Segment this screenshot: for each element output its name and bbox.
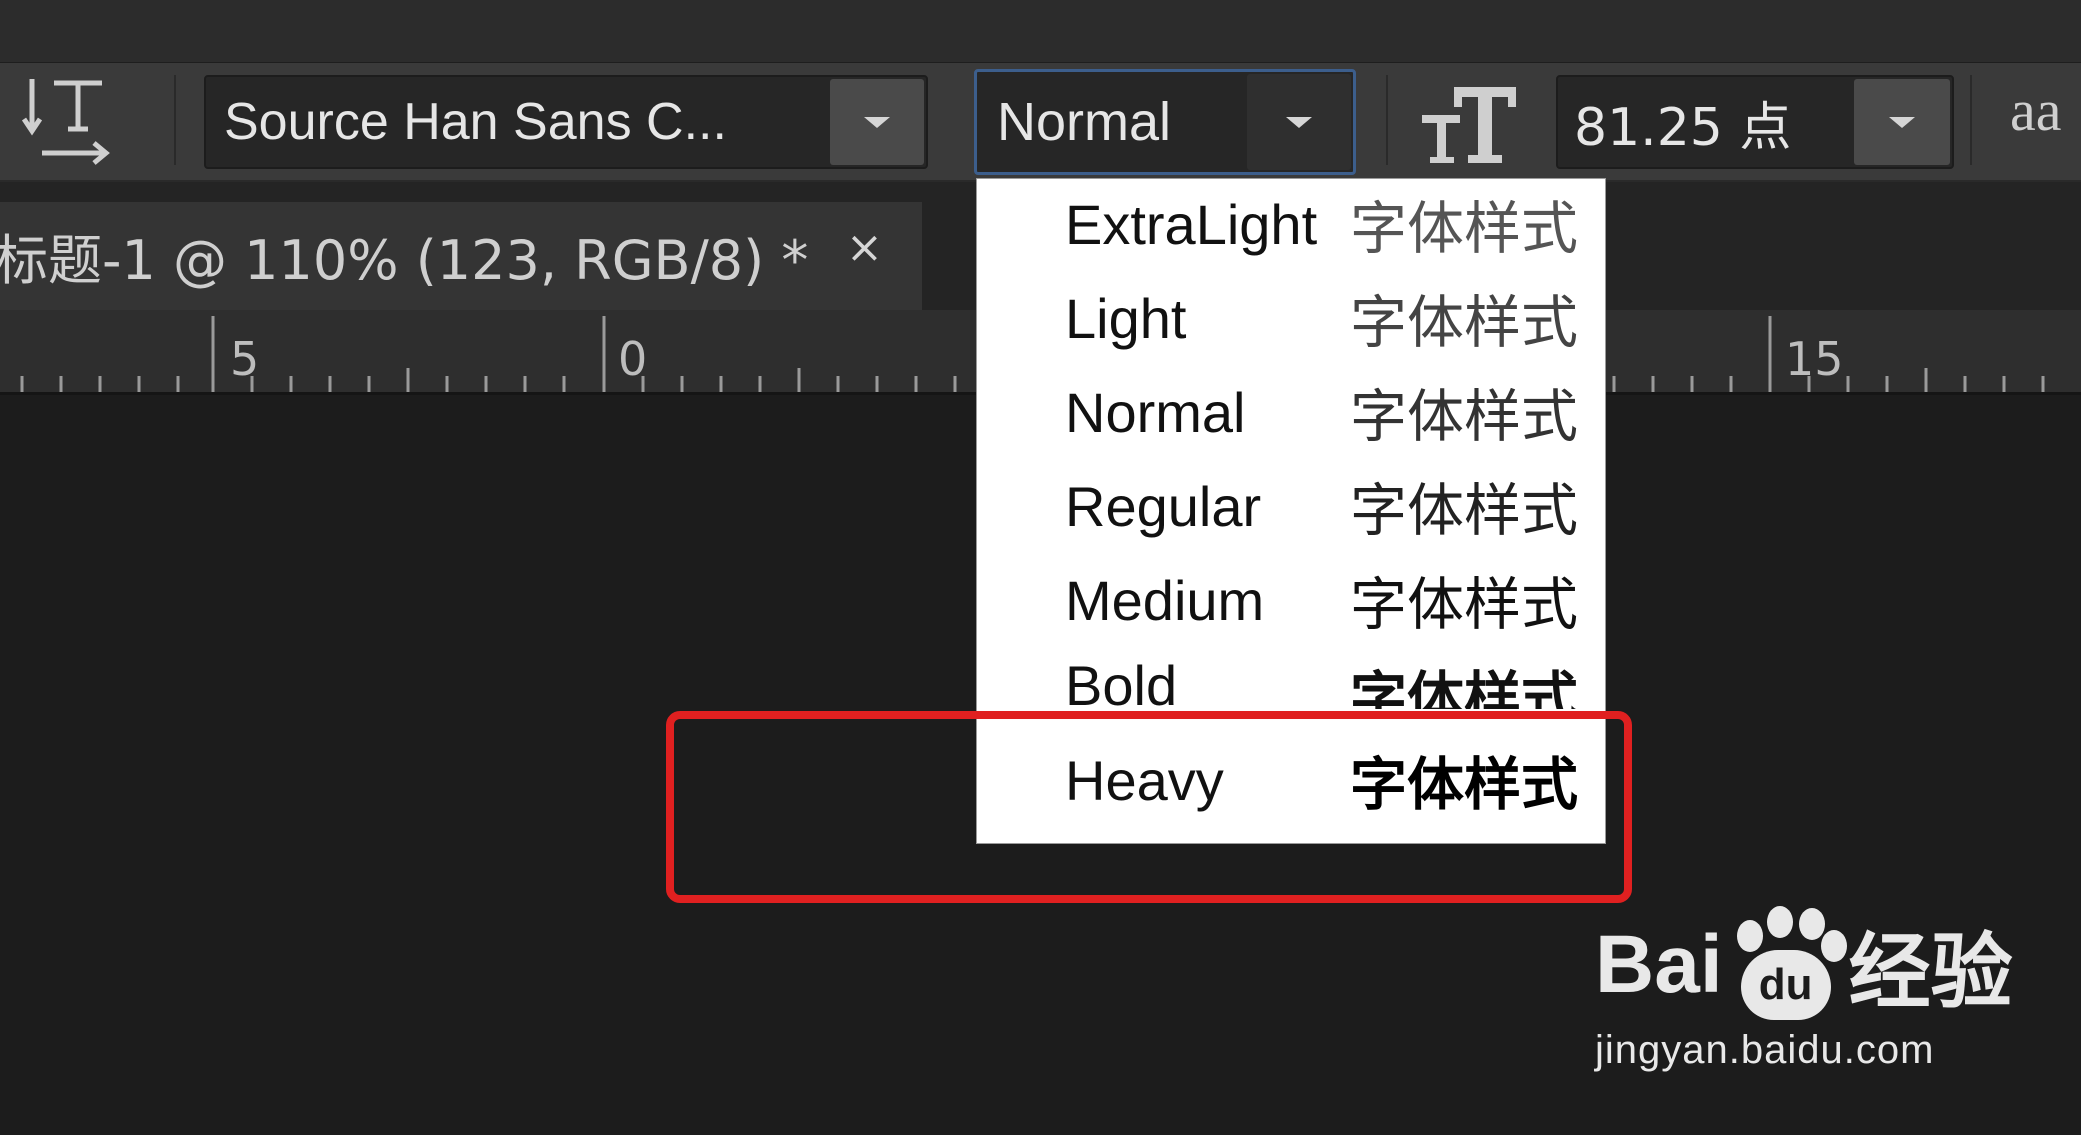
baidu-watermark: Bai du 经验 jingyan.baidu.com xyxy=(1595,905,2013,1073)
logo-text-left: Bai xyxy=(1595,918,1723,1010)
font-size-icon xyxy=(1420,81,1520,167)
ruler-label: 0 xyxy=(618,332,648,386)
option-sample: 字体样式 xyxy=(1350,196,1578,262)
option-sample: 字体样式 xyxy=(1350,384,1578,450)
option-label: Light xyxy=(1065,286,1187,350)
font-style-field[interactable]: Normal xyxy=(974,69,1356,175)
font-family-value: Source Han Sans C... xyxy=(224,93,727,151)
anti-alias-icon-text: aa xyxy=(2010,78,2062,143)
baidu-logo: Bai du 经验 xyxy=(1595,905,2013,1024)
option-label: Medium xyxy=(1065,568,1265,632)
options-separator xyxy=(1386,75,1388,165)
font-size-field[interactable]: 81.25 点 xyxy=(1556,75,1954,169)
font-style-option-bold[interactable]: Bold 字体样式 xyxy=(1065,649,1595,709)
option-sample: 字体样式 xyxy=(1350,666,1578,709)
font-style-option-normal[interactable]: Normal 字体样式 xyxy=(1065,367,1595,457)
highlight-annotation-box xyxy=(666,711,1632,903)
option-label: Regular xyxy=(1065,474,1262,538)
chevron-down-icon xyxy=(1286,116,1312,128)
font-size-dropdown-button[interactable] xyxy=(1854,79,1950,165)
chevron-down-icon xyxy=(1889,116,1915,128)
option-label: Bold xyxy=(1065,654,1178,709)
chevron-down-icon xyxy=(864,116,890,128)
document-tab-title: 标题-1 @ 110% (123, RGB/8) * xyxy=(0,229,809,292)
close-icon[interactable]: × xyxy=(846,222,883,273)
logo-text-right: 经验 xyxy=(1848,925,2013,1020)
font-style-value: Normal xyxy=(997,92,1172,152)
options-bar: Source Han Sans C... Normal 81.25 点 aa xyxy=(0,63,2081,182)
font-size-value: 81.25 点 xyxy=(1574,97,1792,158)
font-style-dropdown-button[interactable] xyxy=(1247,74,1351,170)
option-label: ExtraLight xyxy=(1065,192,1318,256)
font-style-option-regular[interactable]: Regular 字体样式 xyxy=(1065,461,1595,551)
toggle-text-orientation-icon[interactable] xyxy=(21,73,114,169)
option-label: Normal xyxy=(1065,380,1246,444)
options-separator xyxy=(1970,75,1972,165)
ruler-label: 5 xyxy=(230,332,260,386)
font-style-option-medium[interactable]: Medium 字体样式 xyxy=(1065,555,1595,645)
font-family-field[interactable]: Source Han Sans C... xyxy=(204,75,928,169)
font-style-option-extralight[interactable]: ExtraLight 字体样式 xyxy=(1065,179,1595,269)
option-sample: 字体样式 xyxy=(1350,290,1578,356)
photoshop-window: Source Han Sans C... Normal 81.25 点 aa 标… xyxy=(0,0,2081,1135)
anti-alias-icon[interactable]: aa xyxy=(2010,77,2081,157)
font-style-option-light[interactable]: Light 字体样式 xyxy=(1065,273,1595,363)
paw-icon: du xyxy=(1727,905,1847,1024)
font-family-dropdown-button[interactable] xyxy=(830,79,924,165)
options-separator xyxy=(174,75,176,165)
option-sample: 字体样式 xyxy=(1350,478,1578,544)
ruler-label: 15 xyxy=(1785,332,1844,386)
menu-strip xyxy=(0,0,2081,63)
paw-pad-text: du xyxy=(1740,949,1831,1020)
watermark-url: jingyan.baidu.com xyxy=(1595,1028,1935,1072)
document-tab[interactable]: 标题-1 @ 110% (123, RGB/8) * × xyxy=(0,202,922,310)
option-sample: 字体样式 xyxy=(1350,572,1578,638)
